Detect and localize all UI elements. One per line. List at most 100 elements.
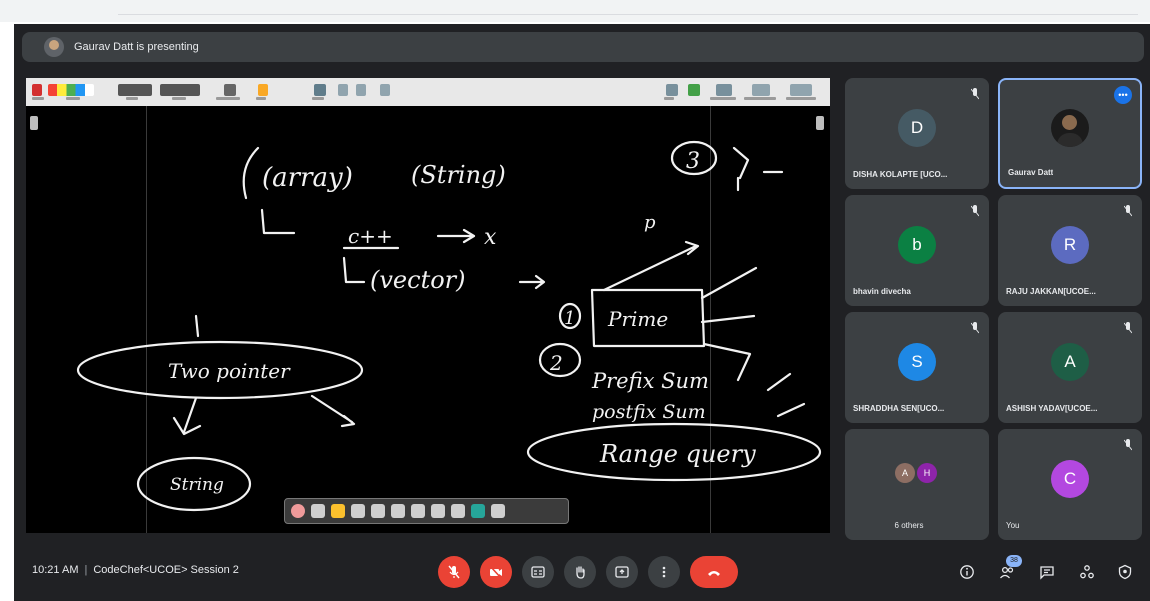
others-tile[interactable]: A H 6 others <box>845 429 989 540</box>
end-call-icon <box>708 571 720 576</box>
participant-avatar: S <box>898 342 936 381</box>
browser-top-strip <box>0 0 1150 22</box>
mic-muted-icon <box>1124 322 1132 334</box>
ink-stroke <box>342 256 366 284</box>
meeting-info: 10:21 AM | CodeChef<UCOE> Session 2 <box>32 564 239 576</box>
bottom-control-bar: 10:21 AM | CodeChef<UCOE> Session 2 38 <box>14 544 1150 601</box>
more-options-icon[interactable]: ••• <box>1114 86 1132 104</box>
ink-stroke <box>732 146 784 192</box>
camera-off-icon <box>490 566 502 579</box>
ink-text-x: x <box>484 225 497 250</box>
pen-icon[interactable] <box>291 504 305 518</box>
people-count-badge: 38 <box>1006 555 1022 567</box>
raise-hand-icon <box>576 566 585 579</box>
participant-photo <box>1051 108 1089 147</box>
highlighter-icon[interactable] <box>331 504 345 518</box>
presenter-avatar <box>44 37 64 57</box>
color-icon[interactable] <box>471 504 485 518</box>
ink-stroke <box>260 208 296 235</box>
others-count-label: 6 others <box>894 521 924 530</box>
ink-text-range-query: Range query <box>599 440 756 468</box>
ink-text-p: p <box>644 212 656 233</box>
ink-text-postfix-sum: postfix Sum <box>592 401 706 423</box>
ink-text-string: (String) <box>411 161 506 189</box>
participant-tile[interactable]: b bhavin divecha <box>845 195 989 306</box>
ink-stroke <box>518 274 546 290</box>
present-icon <box>615 566 629 578</box>
leave-call-button[interactable] <box>690 556 738 588</box>
arrow-icon[interactable] <box>371 504 385 518</box>
participant-tile[interactable]: R RAJU JAKKAN[UCOE... <box>998 195 1142 306</box>
ink-text-prefix-sum: Prefix Sum <box>591 369 709 393</box>
captions-icon <box>531 566 545 578</box>
captions-button[interactable] <box>522 556 554 588</box>
meet-window: Gaurav Datt is presenting (array) (Strin… <box>14 24 1150 601</box>
ink-number-1: 1 <box>564 308 575 329</box>
self-tile[interactable]: C You <box>998 429 1142 540</box>
meeting-title: CodeChef<UCOE> Session 2 <box>93 564 239 576</box>
ink-stroke <box>194 314 200 338</box>
mic-muted-icon <box>971 205 979 217</box>
participant-avatar: R <box>1051 225 1089 264</box>
ink-text-array: (array) <box>262 163 353 193</box>
more-options-button[interactable] <box>648 556 680 588</box>
browser-divider <box>118 14 1138 15</box>
meeting-details-button[interactable] <box>956 561 978 583</box>
participant-name: Gaurav Datt <box>1008 168 1054 177</box>
ink-text-prime: Prime <box>607 307 668 331</box>
ink-text-string-2: String <box>170 475 224 495</box>
camera-toggle-button[interactable] <box>480 556 512 588</box>
participant-mini-avatar: A <box>895 463 915 483</box>
shared-screen[interactable]: (array) (String) 3 c++ x p (vector) 1 Pr… <box>26 78 830 533</box>
host-controls-icon <box>1118 564 1132 580</box>
mic-muted-icon <box>971 88 979 100</box>
activities-icon <box>1080 565 1094 579</box>
participant-tile[interactable]: S SHRADDHA SEN[UCO... <box>845 312 989 423</box>
participant-name: bhavin divecha <box>853 287 911 296</box>
participant-avatar: A <box>1051 342 1089 381</box>
presenting-text: Gaurav Datt is presenting <box>74 41 199 53</box>
more-options-icon <box>662 566 666 578</box>
line-icon[interactable] <box>351 504 365 518</box>
chat-icon <box>1040 566 1054 580</box>
ink-stroke <box>172 394 356 436</box>
mic-muted-icon <box>1124 205 1132 217</box>
participant-avatar: D <box>898 108 936 147</box>
ink-text-cpp: c++ <box>348 224 393 248</box>
cursor-icon[interactable] <box>391 504 405 518</box>
mic-off-icon <box>448 565 460 579</box>
raise-hand-button[interactable] <box>564 556 596 588</box>
participant-mini-avatar: H <box>917 463 937 483</box>
ink-stroke <box>776 402 806 418</box>
text-icon[interactable] <box>431 504 445 518</box>
shape-icon[interactable] <box>411 504 425 518</box>
mic-muted-icon <box>1124 439 1132 451</box>
info-icon <box>960 565 974 579</box>
self-avatar: C <box>1051 459 1089 498</box>
self-name: You <box>1006 521 1020 530</box>
host-controls-button[interactable] <box>1114 561 1136 583</box>
participant-name: DISHA KOLAPTE [UCO... <box>853 170 948 179</box>
activities-button[interactable] <box>1076 561 1098 583</box>
participant-name: SHRADDHA SEN[UCO... <box>853 404 945 413</box>
participant-avatar: b <box>898 225 936 264</box>
ink-number-3: 3 <box>686 149 700 174</box>
participant-tile-active[interactable]: ••• Gaurav Datt <box>998 78 1142 189</box>
mic-toggle-button[interactable] <box>438 556 470 588</box>
people-button[interactable]: 38 <box>996 555 1022 583</box>
participant-name: RAJU JAKKAN[UCOE... <box>1006 287 1096 296</box>
close-toolbar-icon[interactable] <box>491 504 505 518</box>
eraser-icon[interactable] <box>451 504 465 518</box>
participant-tile[interactable]: D DISHA KOLAPTE [UCO... <box>845 78 989 189</box>
separator: | <box>84 564 88 576</box>
present-now-button[interactable] <box>606 556 638 588</box>
ink-text-vector: (vector) <box>370 266 466 294</box>
whiteboard-ink: (array) (String) 3 c++ x p (vector) 1 Pr… <box>76 140 822 512</box>
ink-number-2: 2 <box>549 351 563 375</box>
presenting-banner: Gaurav Datt is presenting <box>22 32 1144 62</box>
marker-icon[interactable] <box>311 504 325 518</box>
ink-stroke <box>242 146 260 200</box>
participant-tile[interactable]: A ASHISH YADAV[UCOE... <box>998 312 1142 423</box>
chat-button[interactable] <box>1036 561 1058 583</box>
mic-muted-icon <box>971 322 979 334</box>
